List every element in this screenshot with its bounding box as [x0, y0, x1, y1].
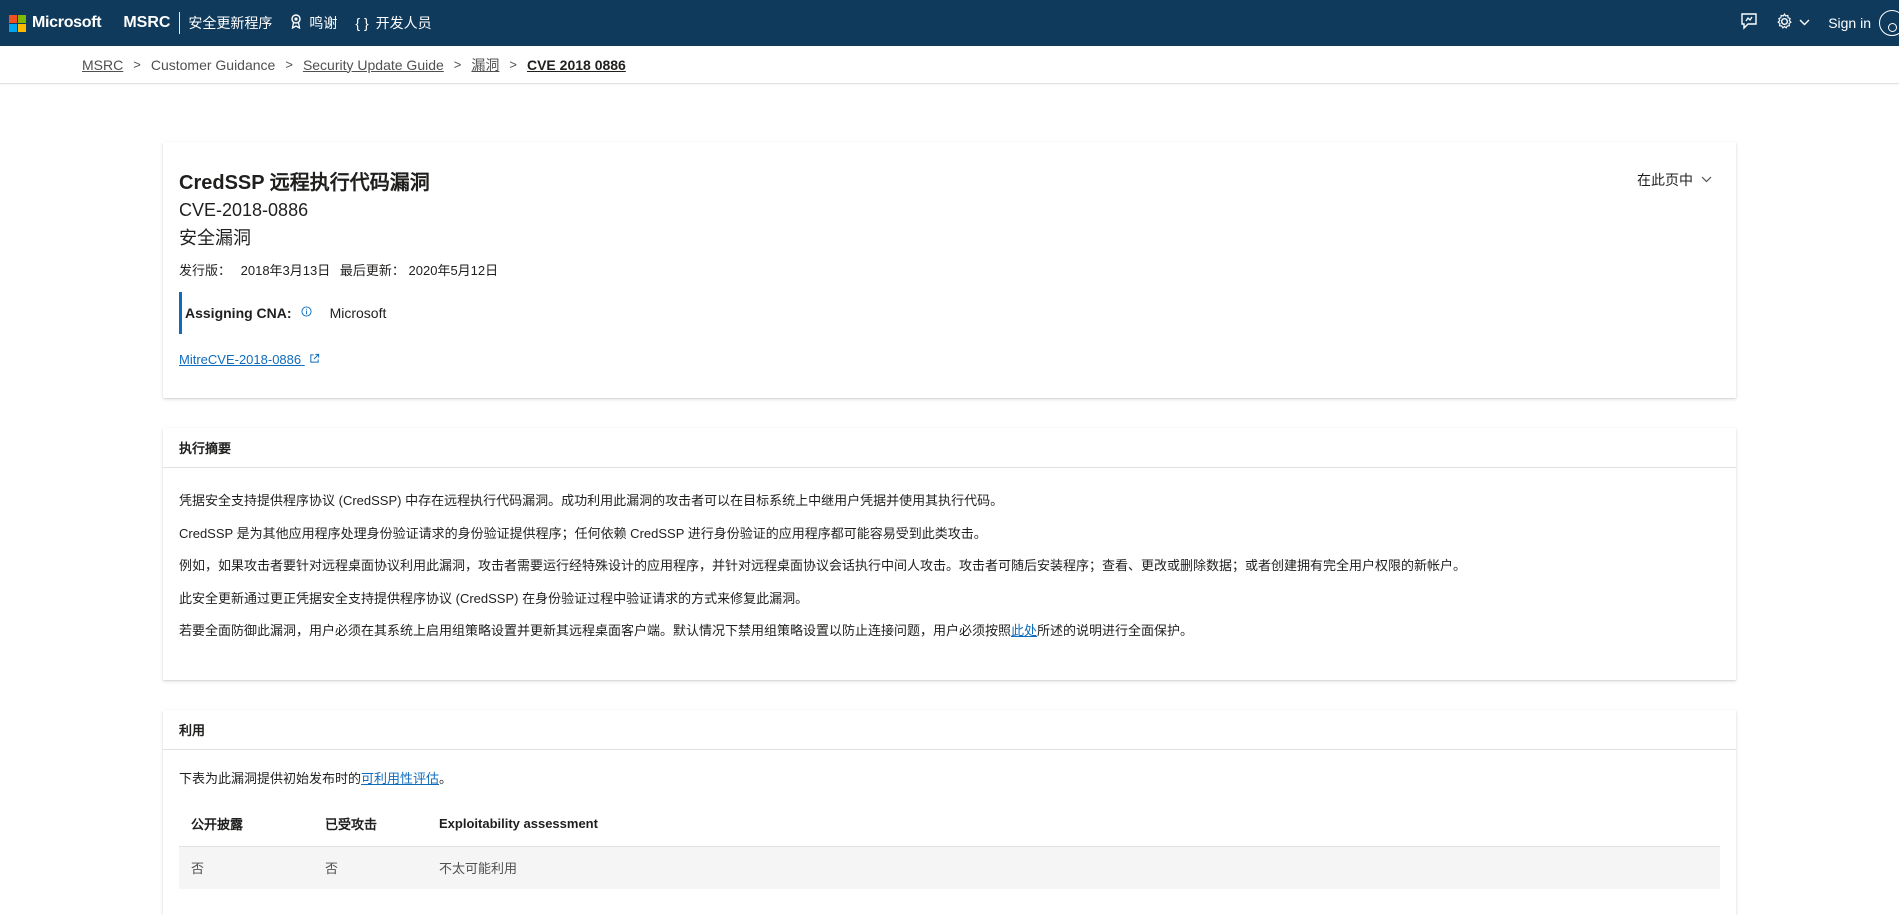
release-dates: 发行版： 2018年3月13日 最后更新： 2020年5月12日 [179, 260, 504, 279]
cve-header-card: CredSSP 远程执行代码漏洞 CVE-2018-0886 安全漏洞 发行版：… [163, 142, 1736, 398]
summary-text: 所述的说明进行全面保护。 [1037, 623, 1194, 638]
intro-text: 下表为此漏洞提供初始发布时的 [179, 771, 362, 786]
intro-text: 。 [439, 771, 453, 786]
page-title: CredSSP 远程执行代码漏洞 [179, 172, 430, 194]
summary-paragraph: 此安全更新通过更正凭据安全支持提供程序协议 (CredSSP) 在身份验证过程中… [179, 590, 809, 606]
nav-acknowledgements-label: 鸣谢 [309, 15, 338, 31]
gear-icon [1776, 12, 1793, 33]
feedback-icon[interactable] [1740, 12, 1758, 35]
on-this-page-label: 在此页中 [1637, 172, 1693, 188]
breadcrumb-security-update-guide[interactable]: Security Update Guide [303, 57, 444, 73]
award-icon [290, 14, 302, 32]
chevron-down-icon [1701, 174, 1712, 186]
assigning-cna: Assigning CNA: Microsoft [179, 292, 386, 334]
summary-text: 若要全面防御此漏洞，用户必须在其系统上启用组策略设置并更新其远程桌面客户端。默认… [179, 623, 1012, 638]
exploitability-card: 利用 下表为此漏洞提供初始发布时的可利用性评估。 公开披露 已受攻击 Explo… [163, 710, 1736, 915]
breadcrumb: MSRC > Customer Guidance > Security Upda… [0, 46, 1899, 84]
mitre-cve-link-label: MitreCVE-2018-0886 [179, 352, 302, 367]
brand-name: Microsoft [32, 14, 102, 31]
cell-publicly-disclosed: 否 [179, 846, 313, 889]
table-header-row: 公开披露 已受攻击 Exploitability assessment [179, 802, 1720, 847]
updated-label: 最后更新： [339, 263, 405, 278]
executive-summary-body: 凭据安全支持提供程序协议 (CredSSP) 中存在远程执行代码漏洞。成功利用此… [163, 468, 1736, 639]
info-icon[interactable] [301, 306, 312, 320]
column-header-exploited: 已受攻击 [313, 802, 427, 847]
vulnerability-type: 安全漏洞 [179, 228, 251, 248]
cve-id: CVE-2018-0886 [179, 200, 309, 220]
nav-security-updates-label: 安全更新程序 [188, 15, 273, 31]
chevron-right-icon: > [453, 57, 462, 72]
executive-summary-heading: 执行摘要 [163, 428, 1736, 468]
exploitability-index-link[interactable]: 可利用性评估 [361, 771, 439, 786]
on-this-page-dropdown[interactable]: 在此页中 [1637, 170, 1712, 190]
microsoft-logo-icon [9, 14, 26, 32]
exploitability-heading: 利用 [163, 710, 1736, 750]
here-link[interactable]: 此处 [1011, 623, 1037, 638]
released-date: 2018年3月13日 [240, 263, 331, 278]
summary-paragraph: CredSSP 是为其他应用程序处理身份验证请求的身份验证提供程序；任何依赖 C… [179, 525, 987, 541]
nav-security-updates[interactable]: 安全更新程序 [188, 13, 272, 33]
msrc-home-link[interactable]: MSRC [123, 14, 170, 32]
cna-value: Microsoft [329, 305, 387, 321]
summary-paragraph: 凭据安全支持提供程序协议 (CredSSP) 中存在远程执行代码漏洞。成功利用此… [179, 493, 1004, 508]
nav-acknowledgements[interactable]: 鸣谢 [290, 13, 337, 33]
nav-developers[interactable]: { } 开发人员 [355, 13, 431, 33]
exploitability-intro: 下表为此漏洞提供初始发布时的可利用性评估。 [163, 750, 1736, 787]
cell-exploitability-assessment: 不太可能利用 [427, 846, 1720, 889]
nav-divider [179, 12, 181, 34]
external-link-icon [309, 353, 320, 367]
column-header-publicly-disclosed: 公开披露 [179, 802, 313, 847]
updated-date: 2020年5月12日 [408, 263, 499, 278]
summary-paragraph: 例如，如果攻击者要针对远程桌面协议利用此漏洞，攻击者需要运行经特殊设计的应用程序… [179, 558, 1467, 573]
breadcrumb-vulnerabilities[interactable]: 漏洞 [471, 55, 499, 75]
nav-developers-label: 开发人员 [375, 15, 432, 31]
column-header-exploitability-assessment: Exploitability assessment [427, 802, 1720, 847]
released-label: 发行版： [179, 263, 232, 278]
breadcrumb-customer-guidance: Customer Guidance [150, 56, 276, 73]
table-row: 否 否 不太可能利用 [179, 846, 1720, 889]
avatar-icon[interactable] [1879, 10, 1899, 36]
top-nav: Microsoft MSRC 安全更新程序 鸣谢 { } 开发人员 Sign i… [0, 0, 1899, 46]
chevron-right-icon: > [133, 57, 141, 72]
chevron-down-icon [1799, 17, 1810, 29]
sign-in-link[interactable]: Sign in [1828, 15, 1871, 31]
cna-label: Assigning CNA: [185, 305, 292, 321]
mitre-cve-link[interactable]: MitreCVE-2018-0886 [179, 352, 320, 367]
summary-paragraph: 若要全面防御此漏洞，用户必须在其系统上启用组策略设置并更新其远程桌面客户端。默认… [179, 622, 1720, 639]
microsoft-logo[interactable]: Microsoft [9, 14, 102, 32]
exploitability-table: 公开披露 已受攻击 Exploitability assessment 否 否 … [179, 802, 1720, 889]
breadcrumb-current[interactable]: CVE 2018 0886 [527, 57, 626, 73]
executive-summary-card: 执行摘要 凭据安全支持提供程序协议 (CredSSP) 中存在远程执行代码漏洞。… [163, 428, 1736, 680]
breadcrumb-msrc[interactable]: MSRC [82, 57, 123, 73]
code-braces-icon: { } [355, 15, 369, 31]
cell-exploited: 否 [313, 846, 427, 889]
settings-menu[interactable] [1776, 12, 1810, 33]
chevron-right-icon: > [285, 57, 293, 72]
chevron-right-icon: > [509, 57, 517, 72]
